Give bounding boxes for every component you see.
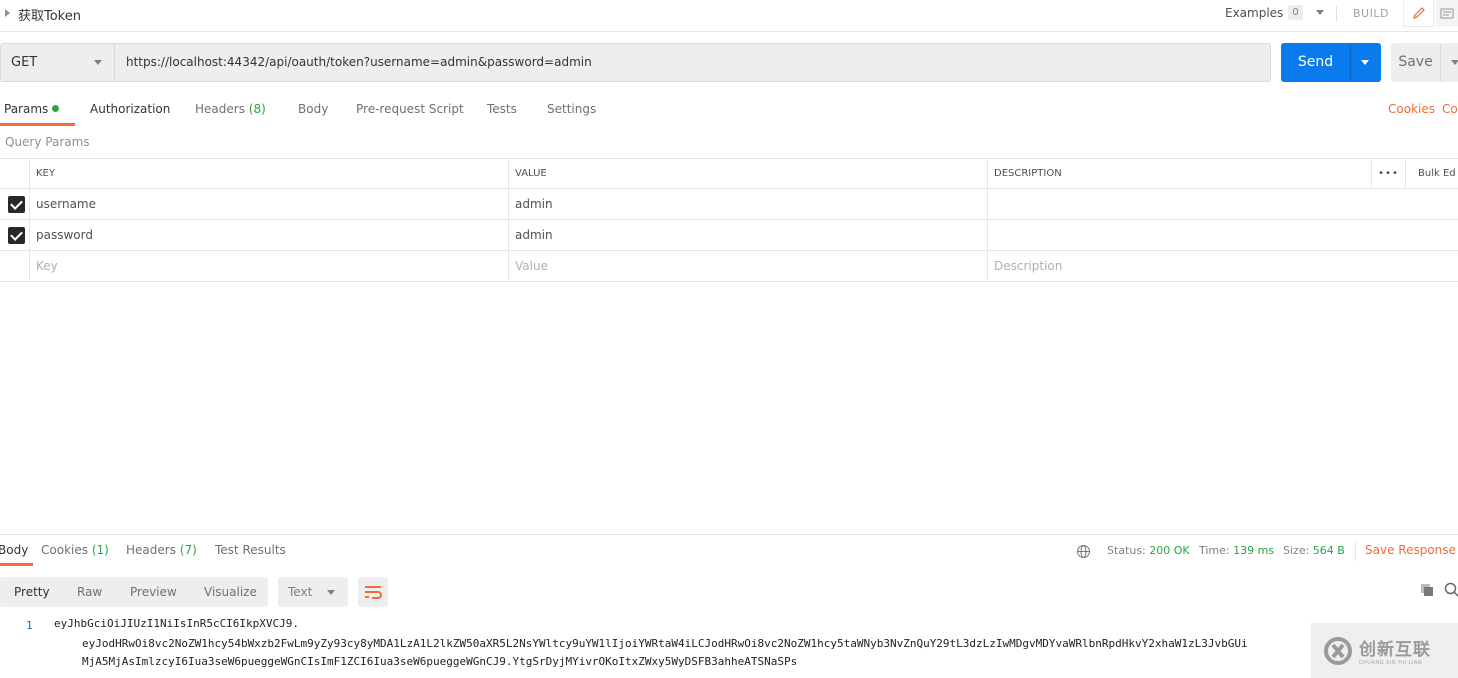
wrap-lines-icon bbox=[365, 586, 382, 599]
wrap-lines-button[interactable] bbox=[358, 577, 388, 607]
format-preview[interactable]: Preview bbox=[130, 577, 177, 607]
table-row-new: Key Value Description bbox=[0, 251, 1458, 282]
build-mode-button[interactable]: BUILD bbox=[1353, 7, 1389, 20]
code-link[interactable]: Co bbox=[1442, 102, 1458, 116]
response-type-select[interactable]: Text bbox=[278, 577, 348, 607]
new-description-input[interactable]: Description bbox=[988, 251, 1371, 281]
query-params-label: Query Params bbox=[5, 135, 90, 149]
send-button[interactable]: Send bbox=[1281, 43, 1381, 82]
format-raw[interactable]: Raw bbox=[77, 577, 102, 607]
table-row: username admin bbox=[0, 189, 1458, 220]
time-value: 139 ms bbox=[1233, 544, 1275, 557]
method-select[interactable]: GET bbox=[0, 43, 114, 82]
response-body-line: MjA5MjAsImlzcyI6Iua3seW6pueggeWGnCIsImF1… bbox=[82, 655, 798, 668]
column-header-value: VALUE bbox=[509, 159, 988, 188]
tab-tests[interactable]: Tests bbox=[487, 102, 517, 116]
query-params-table: KEY VALUE DESCRIPTION ••• Bulk Ed userna… bbox=[0, 158, 1458, 282]
tab-body[interactable]: Body bbox=[298, 102, 328, 116]
param-key-input[interactable]: username bbox=[30, 189, 509, 219]
save-options-chevron-icon[interactable] bbox=[1451, 60, 1458, 65]
param-enabled-checkbox[interactable] bbox=[8, 227, 25, 244]
param-enabled-checkbox[interactable] bbox=[8, 196, 25, 213]
param-value-input[interactable]: admin bbox=[509, 189, 988, 219]
table-header-row: KEY VALUE DESCRIPTION ••• Bulk Ed bbox=[0, 158, 1458, 189]
examples-count: 0 bbox=[1288, 5, 1303, 20]
active-tab-indicator bbox=[0, 123, 75, 126]
divider bbox=[1350, 43, 1351, 82]
response-tab-headers[interactable]: Headers (7) bbox=[126, 543, 197, 557]
examples-label: Examples bbox=[1225, 5, 1284, 20]
tab-authorization[interactable]: Authorization bbox=[90, 102, 170, 116]
watermark-logo: 创新互联 CHUANG XIN HU LIAN bbox=[1311, 623, 1458, 678]
table-row: password admin bbox=[0, 220, 1458, 251]
method-value: GET bbox=[11, 55, 38, 70]
new-value-input[interactable]: Value bbox=[509, 251, 988, 281]
status-readout: Status: 200 OK bbox=[1107, 544, 1190, 557]
format-visualize[interactable]: Visualize bbox=[204, 577, 257, 607]
column-header-description: DESCRIPTION bbox=[994, 168, 1062, 179]
request-title-bar: 获取Token Examples 0 BUILD bbox=[0, 0, 1458, 32]
comment-icon bbox=[1440, 8, 1454, 18]
chevron-down-icon bbox=[327, 590, 335, 595]
response-tab-cookies[interactable]: Cookies (1) bbox=[41, 543, 109, 557]
save-button[interactable]: Save bbox=[1391, 43, 1458, 82]
size-readout: Size: 564 B bbox=[1283, 544, 1345, 557]
format-pretty[interactable]: Pretty bbox=[14, 577, 50, 607]
param-description-input[interactable] bbox=[988, 189, 1371, 219]
expand-caret-icon[interactable] bbox=[5, 9, 10, 17]
save-label: Save bbox=[1398, 54, 1433, 70]
request-name[interactable]: 获取Token bbox=[18, 5, 81, 24]
response-tab-test-results[interactable]: Test Results bbox=[215, 543, 286, 557]
url-input[interactable]: https://localhost:44342/api/oauth/token?… bbox=[114, 43, 1271, 82]
size-value: 564 B bbox=[1312, 544, 1345, 557]
response-tab-body[interactable]: Body bbox=[0, 543, 28, 557]
globe-icon[interactable] bbox=[1076, 544, 1091, 559]
divider bbox=[1440, 43, 1441, 82]
comments-button[interactable] bbox=[1436, 0, 1458, 27]
logo-icon bbox=[1324, 636, 1352, 665]
response-divider[interactable] bbox=[0, 534, 1458, 535]
chevron-down-icon bbox=[1315, 10, 1324, 15]
pencil-icon bbox=[1412, 7, 1425, 19]
time-readout: Time: 139 ms bbox=[1199, 544, 1275, 557]
param-description-input[interactable] bbox=[988, 220, 1371, 250]
more-options-icon[interactable]: ••• bbox=[1371, 159, 1406, 188]
headers-count: (8) bbox=[248, 102, 266, 116]
tab-params[interactable]: Params bbox=[4, 102, 60, 116]
line-number: 1 bbox=[26, 619, 33, 632]
examples-dropdown[interactable]: Examples 0 bbox=[1225, 5, 1324, 20]
copy-icon[interactable] bbox=[1420, 583, 1434, 597]
chevron-down-icon bbox=[94, 60, 102, 65]
divider bbox=[1355, 541, 1356, 561]
tab-headers[interactable]: Headers (8) bbox=[195, 102, 266, 116]
watermark-subtext: CHUANG XIN HU LIAN bbox=[1359, 660, 1423, 666]
search-icon[interactable] bbox=[1444, 582, 1458, 598]
tab-pre-request-script[interactable]: Pre-request Script bbox=[356, 102, 464, 116]
active-response-tab-indicator bbox=[0, 563, 33, 566]
response-body-line: eyJhbGciOiJIUzI1NiIsInR5cCI6IkpXVCJ9. bbox=[54, 617, 300, 630]
new-key-input[interactable]: Key bbox=[30, 251, 509, 281]
divider bbox=[1336, 6, 1337, 22]
watermark-text: 创新互联 bbox=[1359, 640, 1431, 660]
status-value: 200 OK bbox=[1149, 544, 1190, 557]
edit-button[interactable] bbox=[1403, 0, 1434, 27]
params-active-dot bbox=[52, 105, 60, 112]
param-key-input[interactable]: password bbox=[30, 220, 509, 250]
param-value-input[interactable]: admin bbox=[509, 220, 988, 250]
send-label: Send bbox=[1297, 54, 1334, 70]
send-options-chevron-icon[interactable] bbox=[1361, 60, 1369, 65]
cookies-link[interactable]: Cookies bbox=[1388, 102, 1435, 116]
tab-settings[interactable]: Settings bbox=[547, 102, 596, 116]
save-response-button[interactable]: Save Response bbox=[1365, 543, 1456, 557]
bulk-edit-link[interactable]: Bulk Ed bbox=[1412, 159, 1456, 188]
column-header-key: KEY bbox=[30, 159, 509, 188]
response-body-line: eyJodHRwOi8vc2NoZW1hcy54bWxzb2FwLm9yZy93… bbox=[82, 637, 1248, 650]
body-format-tabs: Pretty Raw Preview Visualize bbox=[0, 577, 268, 607]
